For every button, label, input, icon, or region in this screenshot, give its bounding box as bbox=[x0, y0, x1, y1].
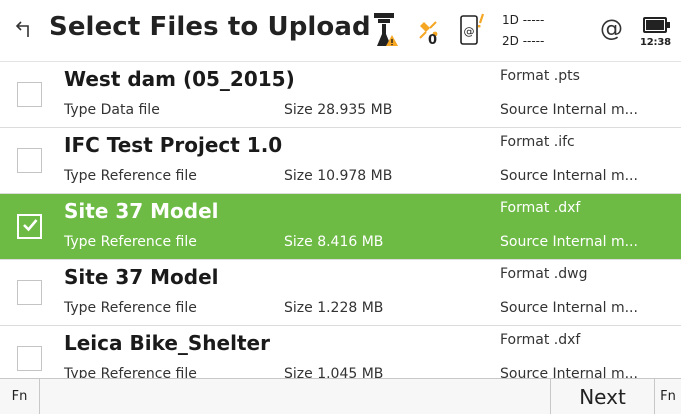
file-size: Size 28.935 MB bbox=[284, 102, 393, 118]
file-row[interactable]: Site 37 Model Type Reference file Size 1… bbox=[0, 260, 681, 326]
internet-connection-icon[interactable]: @ bbox=[455, 10, 491, 50]
base-station-warning-icon[interactable] bbox=[368, 10, 400, 48]
battery-time: 12:38 bbox=[640, 37, 671, 48]
fn-button-right[interactable]: Fn bbox=[654, 379, 681, 414]
back-arrow-icon[interactable] bbox=[11, 16, 35, 42]
file-checkbox[interactable] bbox=[17, 82, 42, 107]
bottom-button-bar: Fn Next Fn bbox=[0, 378, 681, 414]
file-format: Format .dxf bbox=[500, 200, 581, 216]
file-name: IFC Test Project 1.0 bbox=[64, 133, 283, 157]
quality-1d: 1D ----- bbox=[502, 13, 545, 27]
file-name: West dam (05_2015) bbox=[64, 67, 295, 91]
next-button[interactable]: Next bbox=[550, 379, 654, 414]
file-format: Format .dwg bbox=[500, 266, 588, 282]
file-name: Leica Bike_Shelter bbox=[64, 331, 270, 355]
file-size: Size 1.228 MB bbox=[284, 300, 384, 316]
svg-text:@: @ bbox=[464, 25, 475, 38]
file-name: Site 37 Model bbox=[64, 199, 219, 223]
file-checkbox[interactable] bbox=[17, 148, 42, 173]
file-checkbox[interactable] bbox=[17, 280, 42, 305]
file-checkbox[interactable] bbox=[17, 346, 42, 371]
file-row[interactable]: IFC Test Project 1.0 Type Reference file… bbox=[0, 128, 681, 194]
file-type: Type Reference file bbox=[64, 300, 197, 316]
file-type: Type Reference file bbox=[64, 168, 197, 184]
title-bar: Select Files to Upload 0 @ 1D ----- 2D -… bbox=[0, 0, 681, 62]
satellite-count: 0 bbox=[428, 33, 438, 48]
file-size: Size 10.978 MB bbox=[284, 168, 393, 184]
file-checkbox-checked[interactable] bbox=[17, 214, 42, 239]
file-format: Format .ifc bbox=[500, 134, 575, 150]
file-source: Source Internal m... bbox=[500, 168, 638, 184]
file-format: Format .dxf bbox=[500, 332, 581, 348]
file-type: Type Data file bbox=[64, 102, 160, 118]
file-size: Size 8.416 MB bbox=[284, 234, 384, 250]
at-icon[interactable]: @ bbox=[600, 16, 623, 42]
checkmark-icon bbox=[23, 219, 38, 232]
battery-icon[interactable]: 12:38 bbox=[640, 11, 680, 51]
file-list[interactable]: West dam (05_2015) Type Data file Size 2… bbox=[0, 62, 681, 378]
file-source: Source Internal m... bbox=[500, 234, 638, 250]
file-name: Site 37 Model bbox=[64, 265, 219, 289]
file-size: Size 1.045 MB bbox=[284, 366, 384, 378]
position-quality-readout[interactable]: 1D ----- 2D ----- bbox=[502, 10, 582, 56]
file-source: Source Internal m... bbox=[500, 366, 638, 378]
file-source: Source Internal m... bbox=[500, 300, 638, 316]
file-type: Type Reference file bbox=[64, 366, 197, 378]
fn-button-left[interactable]: Fn bbox=[0, 379, 40, 414]
file-format: Format .pts bbox=[500, 68, 580, 84]
page-title: Select Files to Upload bbox=[49, 12, 371, 42]
file-type: Type Reference file bbox=[64, 234, 197, 250]
file-source: Source Internal m... bbox=[500, 102, 638, 118]
quality-2d: 2D ----- bbox=[502, 34, 545, 48]
file-row[interactable]: Leica Bike_Shelter Type Reference file S… bbox=[0, 326, 681, 378]
file-row-selected[interactable]: Site 37 Model Type Reference file Size 8… bbox=[0, 194, 681, 260]
file-row[interactable]: West dam (05_2015) Type Data file Size 2… bbox=[0, 62, 681, 128]
